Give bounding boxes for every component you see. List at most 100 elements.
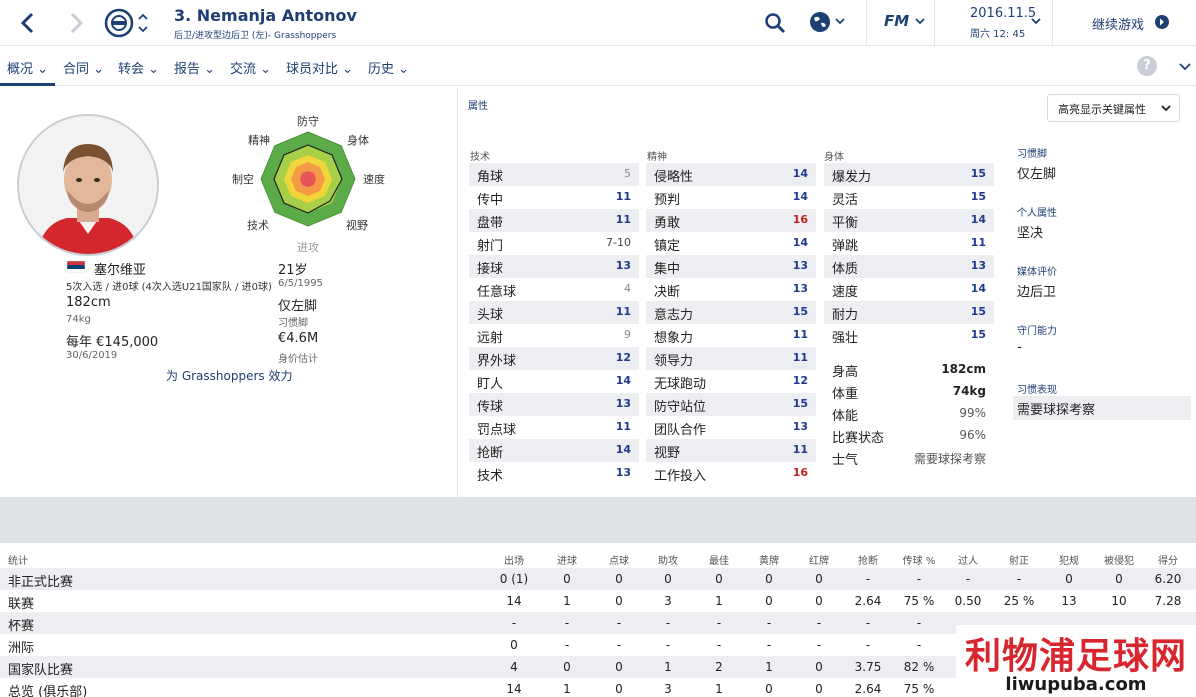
detail-name: 体重 xyxy=(832,387,859,402)
tab-contract[interactable]: 合同 ⌄ xyxy=(63,58,104,77)
stats-row-name: 非正式比赛 xyxy=(8,575,74,590)
search-icon[interactable] xyxy=(764,12,786,34)
forward-arrow-icon[interactable] xyxy=(66,11,86,35)
club-switch-chevron-icon[interactable] xyxy=(137,10,149,36)
tab-interaction[interactable]: 交流 ⌄ xyxy=(230,58,271,77)
stats-column-header[interactable]: 出场 xyxy=(484,552,544,567)
attribute-row[interactable]: 领导力 11 xyxy=(646,347,816,370)
attributes-panel: 属性 高亮显示关键属性 技术 精神 身体 角球 5 传中 11 盘带 11 射门 7-10 接球… xyxy=(457,87,1196,497)
attribute-row[interactable]: 传中 11 xyxy=(469,186,639,209)
chevron-down-icon[interactable] xyxy=(1178,60,1192,74)
attribute-row[interactable]: 爆发力 15 xyxy=(824,163,994,186)
game-date[interactable]: 2016.11.5 xyxy=(970,6,1036,21)
attribute-name: 头球 xyxy=(477,308,504,323)
attribute-row[interactable]: 无球跑动 12 xyxy=(646,370,816,393)
attribute-row[interactable]: 团队合作 13 xyxy=(646,416,816,439)
attribute-row[interactable]: 传球 13 xyxy=(469,393,639,416)
chevron-down-icon xyxy=(1161,105,1171,112)
stats-cell: 4 xyxy=(510,660,518,674)
attribute-row[interactable]: 射门 7-10 xyxy=(469,232,639,255)
chevron-down-icon[interactable] xyxy=(914,14,926,30)
watermark-text: 利物浦足球网 xyxy=(964,636,1187,677)
physical-header: 身体 xyxy=(824,152,844,163)
attribute-row[interactable]: 平衡 14 xyxy=(824,209,994,232)
attribute-row[interactable]: 视野 11 xyxy=(646,439,816,462)
attribute-row[interactable]: 界外球 12 xyxy=(469,347,639,370)
fm-logo[interactable]: FM xyxy=(884,12,909,30)
attribute-row[interactable]: 决断 13 xyxy=(646,278,816,301)
attribute-row[interactable]: 罚点球 11 xyxy=(469,416,639,439)
stats-cell: - xyxy=(564,616,570,630)
attribute-row[interactable]: 预判 14 xyxy=(646,186,816,209)
continue-arrow-icon[interactable] xyxy=(1154,14,1170,30)
attribute-value: 13 xyxy=(615,397,631,410)
attribute-row[interactable]: 抢断 14 xyxy=(469,439,639,462)
attribute-row[interactable]: 体质 13 xyxy=(824,255,994,278)
attribute-name: 集中 xyxy=(654,262,681,277)
help-icon[interactable]: ? xyxy=(1137,56,1157,76)
radar-label-vision: 视野 xyxy=(346,218,368,232)
stats-column-header[interactable]: 得分 xyxy=(1138,552,1196,567)
attribute-value: 13 xyxy=(615,259,631,272)
club-line[interactable]: 为 Grasshoppers 效力 xyxy=(166,367,292,384)
tab-compare[interactable]: 球员对比 ⌄ xyxy=(286,58,353,77)
radar-label-aerial: 制空 xyxy=(232,172,254,186)
info-value: 需要球探考察 xyxy=(1013,396,1191,420)
attribute-row[interactable]: 镇定 14 xyxy=(646,232,816,255)
club-badge-icon[interactable] xyxy=(104,8,134,38)
attribute-row[interactable]: 角球 5 xyxy=(469,163,639,186)
stats-row[interactable]: 联赛 14 1 0 3 1 0 0 2.64 75 % 0.50 25 % 13 10 7.28 xyxy=(0,590,1196,612)
attribute-row[interactable]: 头球 11 xyxy=(469,301,639,324)
attribute-name: 速度 xyxy=(832,285,859,300)
attribute-row[interactable]: 速度 14 xyxy=(824,278,994,301)
attribute-row[interactable]: 勇敢 16 xyxy=(646,209,816,232)
attribute-row[interactable]: 接球 13 xyxy=(469,255,639,278)
continue-button[interactable]: 继续游戏 xyxy=(1092,14,1144,33)
profile-panel: 防守 身体 速度 视野 进攻 技术 制空 精神 塞尔维亚 5次入选 / 进0球 … xyxy=(0,87,456,497)
stats-row[interactable]: 非正式比赛 0 (1) 0 0 0 0 0 0- - - -0 0 6.20 xyxy=(0,568,1196,590)
nationality[interactable]: 塞尔维亚 xyxy=(94,259,146,278)
attribute-value: 5 xyxy=(624,167,631,180)
player-subtitle[interactable]: 后卫/进攻型边后卫 (左)- Grasshoppers xyxy=(174,28,336,41)
attribute-row[interactable]: 意志力 15 xyxy=(646,301,816,324)
stats-column-header[interactable]: 进球 xyxy=(537,552,597,567)
chevron-down-icon[interactable] xyxy=(1030,14,1042,30)
globe-icon[interactable] xyxy=(808,10,848,34)
attribute-row[interactable]: 技术 13 xyxy=(469,462,639,485)
back-arrow-icon[interactable] xyxy=(18,11,38,35)
height: 182cm xyxy=(66,295,111,310)
attribute-value: 11 xyxy=(615,305,631,318)
tab-history[interactable]: 历史 ⌄ xyxy=(368,58,409,77)
tab-overview[interactable]: 概况 ⌄ xyxy=(7,58,48,77)
attribute-row[interactable]: 防守站位 15 xyxy=(646,393,816,416)
attribute-value: 11 xyxy=(615,213,631,226)
attribute-row[interactable]: 工作投入 16 xyxy=(646,462,816,485)
tab-reports[interactable]: 报告 ⌄ xyxy=(174,58,215,77)
attribute-row[interactable]: 集中 13 xyxy=(646,255,816,278)
attribute-name: 领导力 xyxy=(654,354,694,369)
attribute-row[interactable]: 远射 9 xyxy=(469,324,639,347)
tab-transfer[interactable]: 转会 ⌄ xyxy=(118,58,159,77)
info-label: 习惯脚 xyxy=(1017,149,1047,160)
attribute-name: 远射 xyxy=(477,331,504,346)
radar-label-speed: 速度 xyxy=(363,172,385,186)
attribute-row[interactable]: 侵略性 14 xyxy=(646,163,816,186)
attribute-row[interactable]: 盘带 11 xyxy=(469,209,639,232)
attribute-row[interactable]: 灵活 15 xyxy=(824,186,994,209)
info-value: 坚决 xyxy=(1017,226,1044,241)
attribute-name: 爆发力 xyxy=(832,170,872,185)
attribute-value: 13 xyxy=(792,259,808,272)
attribute-row[interactable]: 任意球 4 xyxy=(469,278,639,301)
attribute-value: 16 xyxy=(792,466,808,479)
tab-label: 球员对比 xyxy=(286,62,339,77)
date-of-birth: 6/5/1995 xyxy=(278,278,323,289)
highlight-select[interactable]: 高亮显示关键属性 xyxy=(1047,94,1180,122)
stats-cell: 14 xyxy=(506,594,522,608)
attribute-row[interactable]: 弹跳 11 xyxy=(824,232,994,255)
attribute-row[interactable]: 想象力 11 xyxy=(646,324,816,347)
attribute-row[interactable]: 强壮 15 xyxy=(824,324,994,347)
attribute-row[interactable]: 盯人 14 xyxy=(469,370,639,393)
info-value: 边后卫 xyxy=(1017,285,1057,300)
attribute-name: 盘带 xyxy=(477,216,504,231)
attribute-row[interactable]: 耐力 15 xyxy=(824,301,994,324)
